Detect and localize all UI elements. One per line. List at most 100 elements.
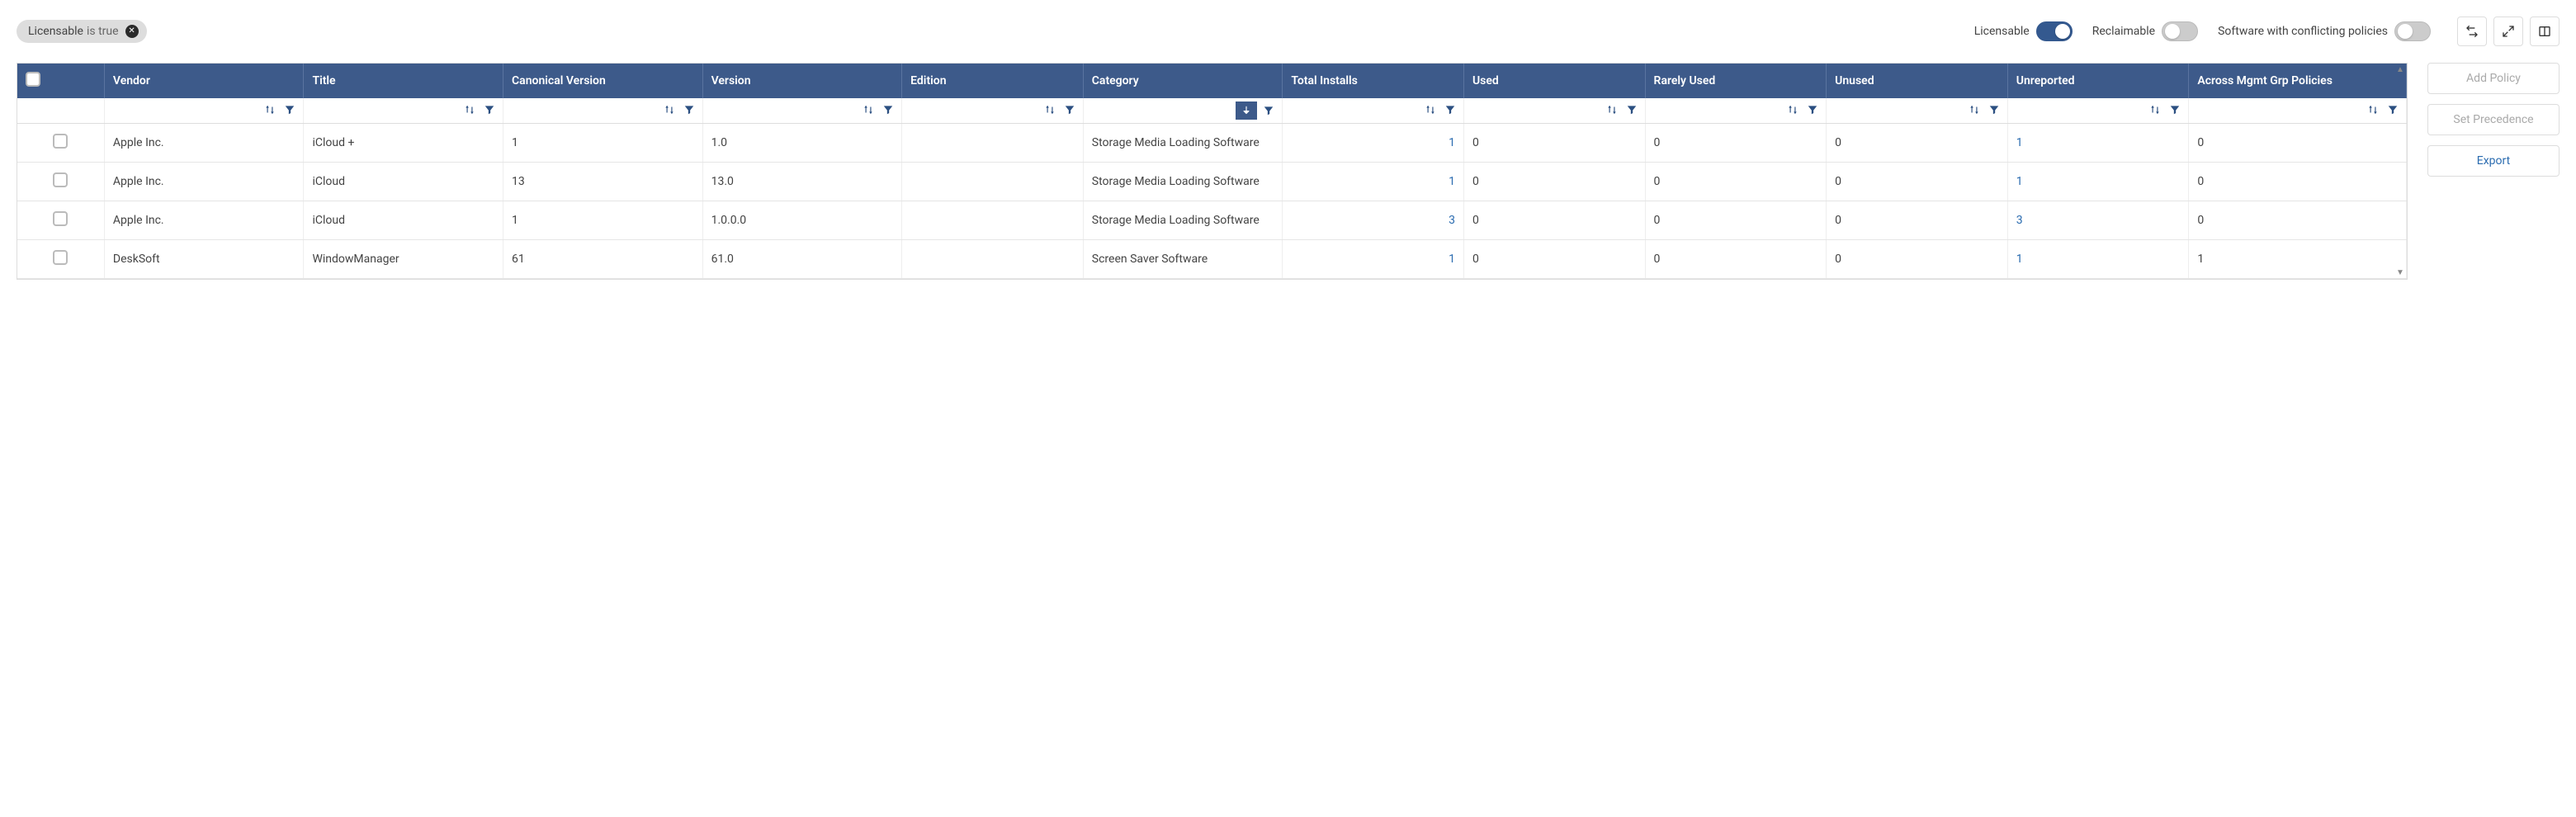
sort-desc-icon[interactable] <box>1236 102 1257 120</box>
sort-icon[interactable] <box>1966 102 1983 117</box>
row-checkbox[interactable] <box>53 172 68 187</box>
sort-icon[interactable] <box>1042 102 1058 117</box>
link-unreported[interactable]: 1 <box>2016 253 2023 266</box>
cell-policies: 1 <box>2189 240 2407 279</box>
filter-chip-close-icon[interactable]: ✕ <box>125 25 139 38</box>
link-total_installs[interactable]: 1 <box>1449 253 1455 266</box>
table-row: Apple Inc.iCloud +11.0Storage Media Load… <box>17 124 2407 163</box>
cell-category: Storage Media Loading Software <box>1083 124 1283 163</box>
cell-rarely_used: 0 <box>1645 240 1827 279</box>
sort-icon[interactable] <box>2147 102 2163 117</box>
cell-version: 13.0 <box>702 163 902 201</box>
col-vendor[interactable]: Vendor <box>104 64 304 98</box>
row-checkbox[interactable] <box>53 211 68 226</box>
link-unreported[interactable]: 1 <box>2016 175 2023 188</box>
cell-policies: 0 <box>2189 201 2407 240</box>
cell-total_installs: 1 <box>1283 124 1464 163</box>
sort-icon[interactable] <box>1604 102 1620 117</box>
cell-edition <box>902 124 1084 163</box>
filter-chip-value: is true <box>87 25 119 38</box>
filter-icon[interactable] <box>1260 103 1277 118</box>
data-table: ▲ ▼ Vendor Title Canonical Version Versi… <box>17 63 2408 280</box>
col-unreported[interactable]: Unreported <box>2007 64 2189 98</box>
sort-icon[interactable] <box>860 102 877 117</box>
col-version[interactable]: Version <box>702 64 902 98</box>
cell-edition <box>902 240 1084 279</box>
sort-icon[interactable] <box>461 102 478 117</box>
link-total_installs[interactable]: 3 <box>1449 214 1455 227</box>
cell-unreported: 3 <box>2007 201 2189 240</box>
toggle-reclaimable[interactable] <box>2162 21 2198 41</box>
set-precedence-button[interactable]: Set Precedence <box>2427 104 2559 135</box>
sort-icon[interactable] <box>2365 102 2381 117</box>
cell-version: 61.0 <box>702 240 902 279</box>
sort-icon[interactable] <box>262 102 278 117</box>
row-checkbox[interactable] <box>53 250 68 265</box>
col-title[interactable]: Title <box>304 64 503 98</box>
cell-used: 0 <box>1463 201 1645 240</box>
filter-icon[interactable] <box>1061 102 1078 117</box>
cell-edition <box>902 163 1084 201</box>
filter-icon[interactable] <box>281 102 298 117</box>
cell-version: 1.0 <box>702 124 902 163</box>
row-checkbox[interactable] <box>53 134 68 149</box>
cell-category: Storage Media Loading Software <box>1083 163 1283 201</box>
expand-icon[interactable] <box>2493 17 2523 46</box>
cell-edition <box>902 201 1084 240</box>
filter-icon[interactable] <box>681 102 697 117</box>
col-used[interactable]: Used <box>1463 64 1645 98</box>
filter-chip: Licensable is true ✕ <box>17 20 147 43</box>
cell-title: iCloud + <box>304 124 503 163</box>
toggle-conflicting[interactable] <box>2394 21 2431 41</box>
cell-canonical_version: 1 <box>503 124 703 163</box>
filter-icon[interactable] <box>1442 102 1458 117</box>
swap-icon[interactable] <box>2457 17 2487 46</box>
link-total_installs[interactable]: 1 <box>1449 136 1455 149</box>
cell-unused: 0 <box>1827 201 2008 240</box>
link-unreported[interactable]: 1 <box>2016 136 2023 149</box>
cell-title: iCloud <box>304 201 503 240</box>
filter-icon[interactable] <box>2167 102 2183 117</box>
col-unused[interactable]: Unused <box>1827 64 2008 98</box>
toggle-conflicting-label: Software with conflicting policies <box>2218 25 2388 38</box>
col-edition[interactable]: Edition <box>902 64 1084 98</box>
cell-vendor: DeskSoft <box>104 240 304 279</box>
columns-icon[interactable] <box>2530 17 2559 46</box>
add-policy-button[interactable]: Add Policy <box>2427 63 2559 94</box>
cell-unreported: 1 <box>2007 124 2189 163</box>
cell-category: Screen Saver Software <box>1083 240 1283 279</box>
filter-icon[interactable] <box>1986 102 2002 117</box>
export-button[interactable]: Export <box>2427 145 2559 177</box>
link-unreported[interactable]: 3 <box>2016 214 2023 227</box>
filter-icon[interactable] <box>481 102 498 117</box>
link-total_installs[interactable]: 1 <box>1449 175 1455 188</box>
col-rarely-used[interactable]: Rarely Used <box>1645 64 1827 98</box>
table-row: DeskSoftWindowManager6161.0 Screen Saver … <box>17 240 2407 279</box>
cell-vendor: Apple Inc. <box>104 201 304 240</box>
filter-icon[interactable] <box>2385 102 2401 117</box>
filter-icon[interactable] <box>1624 102 1640 117</box>
cell-unreported: 1 <box>2007 163 2189 201</box>
sort-icon[interactable] <box>1784 102 1801 117</box>
filter-chip-label: Licensable <box>28 25 83 38</box>
cell-title: WindowManager <box>304 240 503 279</box>
col-total-installs[interactable]: Total Installs <box>1283 64 1464 98</box>
col-policies[interactable]: Across Mgmt Grp Policies <box>2189 64 2407 98</box>
sort-icon[interactable] <box>1422 102 1439 117</box>
col-canonical-version[interactable]: Canonical Version <box>503 64 703 98</box>
cell-category: Storage Media Loading Software <box>1083 201 1283 240</box>
col-category[interactable]: Category <box>1083 64 1283 98</box>
cell-total_installs: 1 <box>1283 240 1464 279</box>
filter-icon[interactable] <box>880 102 896 117</box>
filter-icon[interactable] <box>1804 102 1821 117</box>
select-all-checkbox[interactable] <box>26 72 40 87</box>
cell-vendor: Apple Inc. <box>104 163 304 201</box>
cell-canonical_version: 61 <box>503 240 703 279</box>
cell-title: iCloud <box>304 163 503 201</box>
cell-canonical_version: 1 <box>503 201 703 240</box>
table-row: Apple Inc.iCloud1313.0Storage Media Load… <box>17 163 2407 201</box>
sort-icon[interactable] <box>661 102 678 117</box>
toggle-licensable[interactable] <box>2036 21 2073 41</box>
cell-unused: 0 <box>1827 240 2008 279</box>
cell-unused: 0 <box>1827 163 2008 201</box>
